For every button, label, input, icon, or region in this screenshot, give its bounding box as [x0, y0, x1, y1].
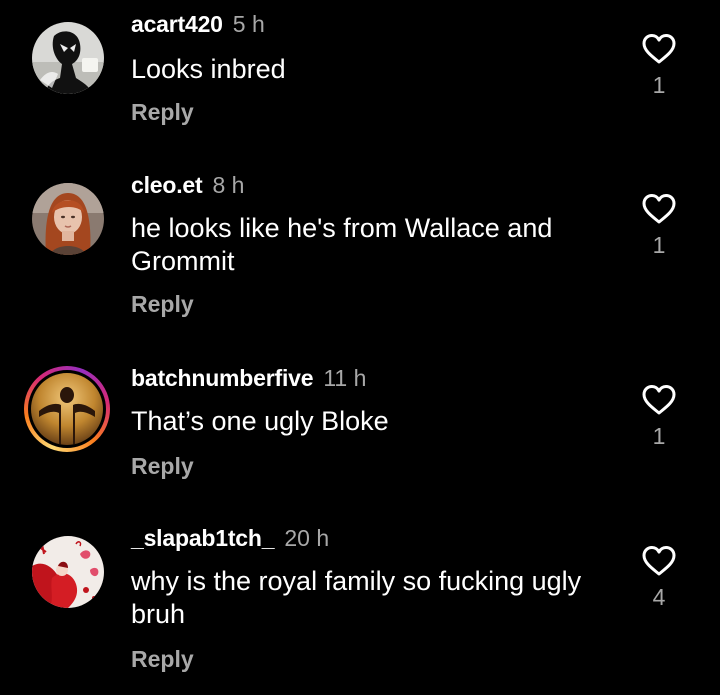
heart-outline-icon[interactable]: [638, 384, 680, 416]
like-count: 4: [652, 584, 666, 610]
like-group: 1: [638, 33, 680, 99]
like-group: 4: [638, 545, 680, 611]
comment-item: cleo.et 8 h he looks like he's from Walla…: [0, 165, 720, 345]
like-count: 1: [652, 232, 666, 258]
story-ring[interactable]: [24, 366, 110, 452]
comment-meta: acart420 5 h: [131, 10, 265, 38]
timestamp: 8 h: [212, 172, 245, 198]
comment-item: acart420 5 h Looks inbred Reply 1: [0, 0, 720, 160]
comment-item: _slapab1tch_ 20 h why is the royal family…: [0, 518, 720, 695]
heart-outline-icon[interactable]: [638, 33, 680, 65]
comment-item: batchnumberfive 11 h That’s one ugly Blok…: [0, 358, 720, 518]
username[interactable]: cleo.et: [131, 172, 203, 198]
like-count: 1: [652, 423, 666, 449]
like-group: 1: [638, 193, 680, 259]
username[interactable]: acart420: [131, 11, 223, 37]
reply-button[interactable]: Reply: [131, 645, 194, 673]
timestamp: 20 h: [284, 525, 330, 551]
like-group: 1: [638, 384, 680, 450]
username[interactable]: _slapab1tch_: [131, 525, 275, 551]
like-count: 1: [652, 72, 666, 98]
reply-button[interactable]: Reply: [131, 290, 194, 318]
avatar[interactable]: [32, 536, 104, 608]
timestamp: 5 h: [232, 11, 265, 37]
comment-text: why is the royal family so fucking ugly …: [131, 566, 582, 629]
comment-meta: _slapab1tch_ 20 h: [131, 524, 329, 552]
reply-button[interactable]: Reply: [131, 452, 194, 480]
comment-text: he looks like he's from Wallace and Grom…: [131, 213, 553, 276]
heart-outline-icon[interactable]: [638, 193, 680, 225]
comment-meta: cleo.et 8 h: [131, 171, 244, 199]
reply-button[interactable]: Reply: [131, 98, 194, 126]
heart-outline-icon[interactable]: [638, 545, 680, 577]
comment-text: Looks inbred: [131, 54, 286, 84]
comment-meta: batchnumberfive 11 h: [131, 364, 366, 392]
avatar[interactable]: [32, 183, 104, 255]
timestamp: 11 h: [323, 365, 367, 391]
comment-text: That’s one ugly Bloke: [131, 406, 389, 436]
username[interactable]: batchnumberfive: [131, 365, 314, 391]
avatar[interactable]: [32, 22, 104, 94]
avatar: [31, 373, 103, 445]
